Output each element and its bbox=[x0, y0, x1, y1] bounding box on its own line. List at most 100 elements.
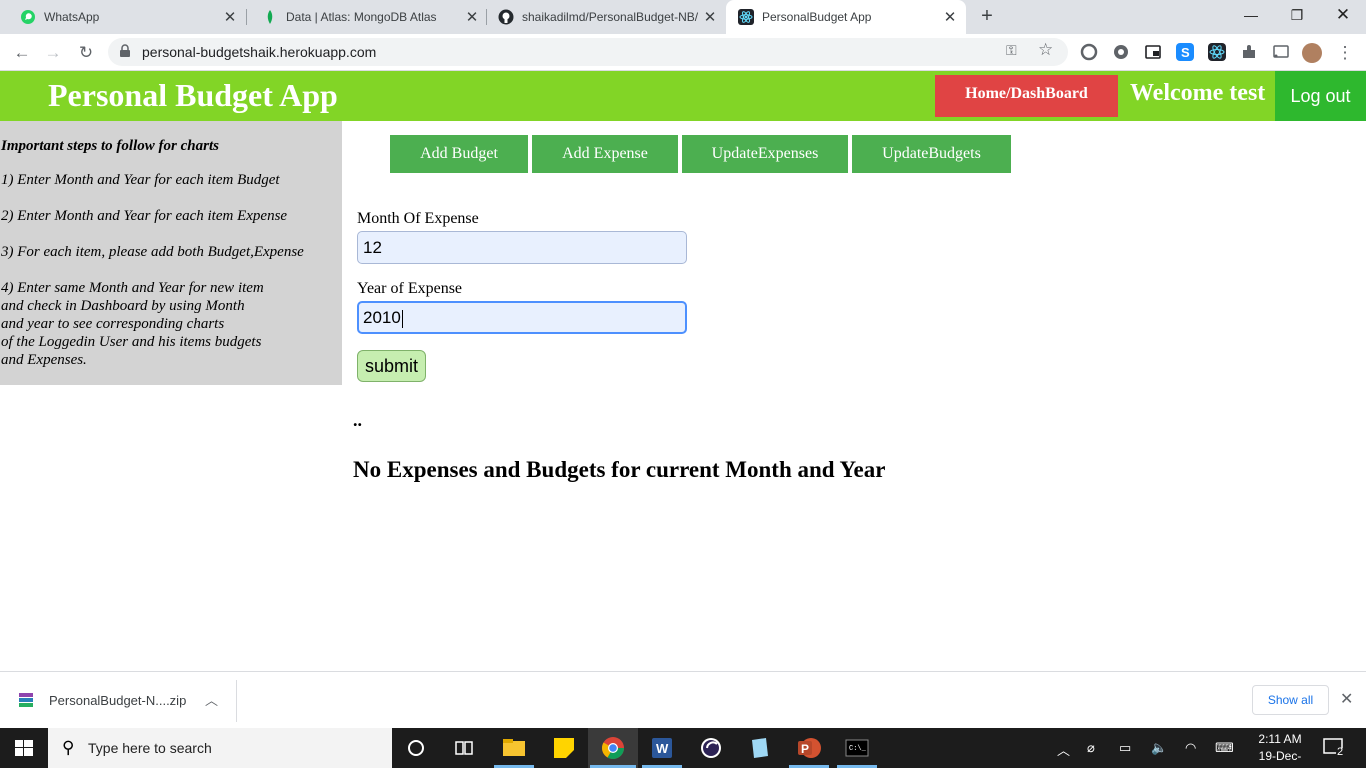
year-value: 2010 bbox=[363, 308, 401, 327]
picture-in-picture-icon[interactable] bbox=[1144, 43, 1162, 61]
url-text: personal-budgetshaik.herokuapp.com bbox=[142, 44, 377, 60]
github-icon bbox=[498, 9, 514, 25]
puzzle-extensions-icon[interactable] bbox=[1240, 43, 1258, 61]
windows-start-icon[interactable] bbox=[0, 728, 48, 768]
mongodb-leaf-icon bbox=[262, 9, 278, 25]
tab-whatsapp[interactable]: WhatsApp ✕ bbox=[0, 0, 246, 34]
divider bbox=[236, 680, 237, 722]
app-header: Personal Budget App Home/DashBoard Welco… bbox=[0, 71, 1366, 121]
close-icon[interactable]: ✕ bbox=[1340, 689, 1353, 709]
bookmark-star-icon[interactable]: ☆ bbox=[1038, 40, 1053, 60]
app-title: Personal Budget App bbox=[48, 77, 338, 113]
eclipse-icon[interactable] bbox=[697, 734, 725, 762]
close-icon[interactable]: ✕ bbox=[942, 8, 958, 26]
react-devtools-icon[interactable] bbox=[1208, 43, 1226, 61]
task-view-icon[interactable] bbox=[450, 734, 478, 762]
restore-icon[interactable]: ❐ bbox=[1274, 0, 1320, 34]
notification-center-icon[interactable]: 2 bbox=[1322, 736, 1346, 763]
browser-tab-strip: WhatsApp ✕ Data | Atlas: MongoDB Atlas ✕… bbox=[0, 0, 1366, 34]
tab-title: shaikadilmd/PersonalBudget-NB/ bbox=[522, 10, 699, 24]
instructions-heading: Important steps to follow for charts bbox=[1, 138, 219, 154]
cortana-icon[interactable] bbox=[402, 734, 430, 762]
tab-github[interactable]: shaikadilmd/PersonalBudget-NB/ ✕ bbox=[478, 0, 726, 34]
file-explorer-icon[interactable] bbox=[500, 734, 528, 762]
status-dots: .. bbox=[353, 410, 362, 430]
instruction-step: 3) For each item, please add both Budget… bbox=[1, 244, 304, 260]
search-placeholder: Type here to search bbox=[88, 740, 212, 756]
instructions-sidebar: Important steps to follow for charts 1) … bbox=[0, 121, 342, 385]
tab-mongodb-atlas[interactable]: Data | Atlas: MongoDB Atlas ✕ bbox=[242, 0, 488, 34]
logout-button[interactable]: Log out bbox=[1275, 71, 1366, 121]
extension-icon[interactable] bbox=[1112, 43, 1130, 61]
month-label: Month Of Expense bbox=[357, 210, 479, 227]
year-label: Year of Expense bbox=[357, 280, 463, 297]
browser-toolbar: ← → ↻ personal-budgetshaik.herokuapp.com… bbox=[0, 34, 1366, 71]
tab-personal-budget[interactable]: PersonalBudget App ✕ bbox=[726, 0, 966, 34]
clock-time: 2:11 AM bbox=[1258, 732, 1302, 746]
instruction-step: 1) Enter Month and Year for each item Bu… bbox=[1, 172, 280, 188]
network-off-icon[interactable]: ⌀ bbox=[1087, 740, 1095, 756]
search-icon: ⚲ bbox=[62, 738, 75, 757]
window-close-icon[interactable]: ✕ bbox=[1320, 0, 1366, 34]
chevron-up-icon[interactable]: ︿ bbox=[1057, 740, 1070, 759]
no-data-message: No Expenses and Budgets for current Mont… bbox=[353, 457, 886, 482]
chrome-icon[interactable] bbox=[599, 734, 627, 762]
year-input[interactable]: 2010 bbox=[357, 301, 687, 334]
chevron-up-icon[interactable]: ︿ bbox=[205, 690, 218, 709]
month-value: 12 bbox=[363, 238, 382, 257]
new-tab-icon[interactable]: + bbox=[976, 5, 998, 27]
show-all-button[interactable]: Show all bbox=[1252, 685, 1329, 715]
address-bar[interactable]: personal-budgetshaik.herokuapp.com ⚿ ☆ bbox=[108, 38, 1068, 66]
minimize-icon[interactable]: — bbox=[1228, 0, 1274, 34]
back-arrow-icon[interactable]: ← bbox=[9, 40, 35, 66]
svg-text:W: W bbox=[656, 741, 669, 756]
extension-icon[interactable] bbox=[1080, 43, 1098, 61]
tab-title: WhatsApp bbox=[44, 10, 100, 24]
month-input[interactable]: 12 bbox=[357, 231, 687, 264]
more-menu-icon[interactable]: ⋮ bbox=[1332, 40, 1358, 66]
avatar[interactable] bbox=[1302, 43, 1322, 63]
download-bar: PersonalBudget-N....zip ︿ Show all ✕ bbox=[0, 671, 1366, 728]
extension-s-icon[interactable]: S bbox=[1176, 43, 1194, 61]
battery-icon[interactable]: ▭ bbox=[1119, 740, 1131, 756]
welcome-text: Welcome test bbox=[1130, 80, 1266, 106]
react-icon bbox=[738, 9, 754, 25]
instruction-step: 2) Enter Month and Year for each item Ex… bbox=[1, 208, 288, 224]
word-icon[interactable]: W bbox=[648, 734, 676, 762]
whatsapp-icon bbox=[20, 9, 36, 25]
download-filename: PersonalBudget-N....zip bbox=[49, 692, 187, 708]
clock[interactable]: 2:11 AM 19-Dec-20 bbox=[1252, 731, 1308, 782]
update-budgets-button[interactable]: UpdateBudgets bbox=[852, 135, 1011, 173]
cast-icon[interactable] bbox=[1272, 43, 1290, 61]
svg-text:S: S bbox=[1181, 45, 1190, 60]
close-icon[interactable]: ✕ bbox=[702, 8, 718, 26]
notification-count: 2 bbox=[1337, 746, 1344, 758]
taskbar-search[interactable]: ⚲ Type here to search bbox=[48, 728, 392, 768]
notepad-icon[interactable] bbox=[746, 734, 774, 762]
wifi-icon[interactable]: ◠ bbox=[1185, 740, 1196, 756]
keyboard-icon[interactable]: ⌨ bbox=[1215, 740, 1234, 756]
tab-title: PersonalBudget App bbox=[762, 10, 872, 24]
taskbar: ⚲ Type here to search W P C:\_ ︿ ⌀ ▭ 🔈 ◠… bbox=[0, 728, 1366, 780]
key-icon[interactable]: ⚿ bbox=[1006, 42, 1017, 59]
reload-icon[interactable]: ↻ bbox=[73, 40, 99, 66]
forward-arrow-icon[interactable]: → bbox=[40, 40, 66, 66]
zip-archive-icon bbox=[18, 692, 34, 708]
volume-icon[interactable]: 🔈 bbox=[1151, 740, 1167, 756]
download-item[interactable]: PersonalBudget-N....zip bbox=[18, 692, 186, 708]
powerpoint-icon[interactable]: P bbox=[795, 734, 823, 762]
home-dashboard-button[interactable]: Home/DashBoard bbox=[935, 75, 1118, 117]
svg-text:P: P bbox=[801, 742, 809, 756]
text-caret bbox=[401, 309, 403, 328]
instruction-step: 4) Enter same Month and Year for new ite… bbox=[1, 280, 264, 368]
close-icon[interactable]: ✕ bbox=[222, 8, 238, 26]
tab-title: Data | Atlas: MongoDB Atlas bbox=[286, 10, 437, 24]
sticky-notes-icon[interactable] bbox=[550, 734, 578, 762]
add-expense-button[interactable]: Add Expense bbox=[532, 135, 678, 173]
add-budget-button[interactable]: Add Budget bbox=[390, 135, 528, 173]
terminal-icon[interactable]: C:\_ bbox=[843, 734, 871, 762]
update-expenses-button[interactable]: UpdateExpenses bbox=[682, 135, 848, 173]
submit-button[interactable]: submit bbox=[357, 350, 426, 382]
clock-date: 19-Dec-20 bbox=[1258, 749, 1302, 780]
lock-icon bbox=[118, 44, 132, 58]
